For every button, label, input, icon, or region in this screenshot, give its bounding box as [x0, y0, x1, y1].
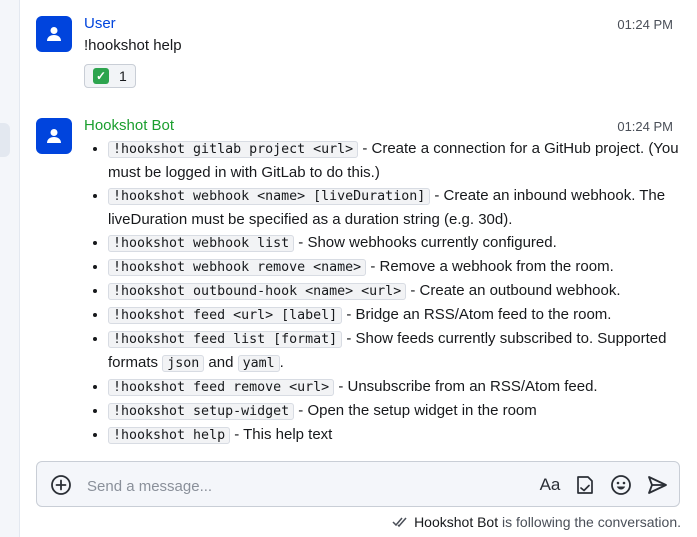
list-item: !hookshot gitlab project <url> - Create … [108, 137, 697, 184]
format-separator: and [204, 354, 238, 371]
command-code: !hookshot help [108, 427, 231, 444]
send-icon [648, 476, 667, 494]
command-description: - This help text [230, 426, 333, 443]
list-item: !hookshot outbound-hook <name> <url> - C… [108, 279, 697, 303]
attachment-icon [577, 476, 593, 494]
following-indicator: Hookshot Bot is following the conversati… [392, 514, 681, 530]
command-description: - Bridge an RSS/Atom feed to the room. [342, 306, 612, 323]
format-code: json [162, 355, 205, 372]
following-text: is following the conversation. [498, 514, 681, 530]
send-button[interactable] [646, 474, 668, 496]
command-code: !hookshot setup-widget [108, 403, 295, 420]
message-input[interactable] [85, 475, 509, 497]
list-item: !hookshot feed remove <url> - Unsubscrib… [108, 375, 697, 399]
command-description: - Create an outbound webhook. [406, 282, 621, 299]
check-mark-icon: ✓ [93, 68, 109, 84]
command-code: !hookshot webhook remove <name> [108, 259, 367, 276]
list-item: !hookshot webhook list - Show webhooks c… [108, 231, 697, 255]
command-code: !hookshot webhook <name> [liveDuration] [108, 188, 431, 205]
sender-name[interactable]: User [84, 15, 116, 32]
list-item: !hookshot help - This help text [108, 423, 697, 447]
room-list-resize-handle[interactable] [0, 123, 10, 157]
format-code: yaml [237, 355, 280, 372]
command-description: - Unsubscribe from an RSS/Atom feed. [334, 378, 598, 395]
command-description: - Remove a webhook from the room. [366, 258, 614, 275]
list-item: !hookshot webhook remove <name> - Remove… [108, 255, 697, 279]
double-check-icon [392, 517, 407, 528]
list-item: !hookshot webhook <name> [liveDuration] … [108, 184, 697, 231]
emoji-button[interactable] [610, 474, 632, 496]
text-format-icon[interactable]: Aa [539, 474, 561, 496]
command-code: !hookshot webhook list [108, 235, 295, 252]
message-composer: Aa [36, 461, 680, 507]
command-code: !hookshot outbound-hook <name> <url> [108, 283, 407, 300]
user-avatar[interactable] [36, 16, 72, 52]
emoji-icon [611, 475, 631, 495]
command-code: !hookshot feed list [format] [108, 331, 343, 348]
message-timestamp: 01:24 PM [617, 119, 673, 134]
follower-name: Hookshot Bot [414, 514, 499, 530]
help-command-list: !hookshot gitlab project <url> - Create … [84, 137, 697, 447]
sentence-end: . [279, 354, 284, 371]
add-circle-icon[interactable] [50, 474, 72, 496]
sender-name[interactable]: Hookshot Bot [84, 117, 174, 134]
list-item: !hookshot feed list [format] - Show feed… [108, 327, 697, 375]
reaction-chip[interactable]: ✓ 1 [84, 64, 136, 88]
command-code: !hookshot gitlab project <url> [108, 141, 359, 158]
command-code: !hookshot feed remove <url> [108, 379, 335, 396]
message-body: !hookshot help [84, 37, 182, 54]
reaction-count: 1 [119, 68, 127, 84]
room-list-strip [0, 0, 20, 537]
command-code: !hookshot feed <url> [label] [108, 307, 343, 324]
bot-avatar[interactable] [36, 118, 72, 154]
command-description: - Open the setup widget in the room [294, 402, 537, 419]
list-item: !hookshot feed <url> [label] - Bridge an… [108, 303, 697, 327]
list-item: !hookshot setup-widget - Open the setup … [108, 399, 697, 423]
message-timestamp: 01:24 PM [617, 17, 673, 32]
attachment-button[interactable] [574, 474, 596, 496]
person-icon [47, 27, 61, 41]
person-icon [47, 129, 61, 143]
command-description: - Show webhooks currently configured. [294, 234, 557, 251]
